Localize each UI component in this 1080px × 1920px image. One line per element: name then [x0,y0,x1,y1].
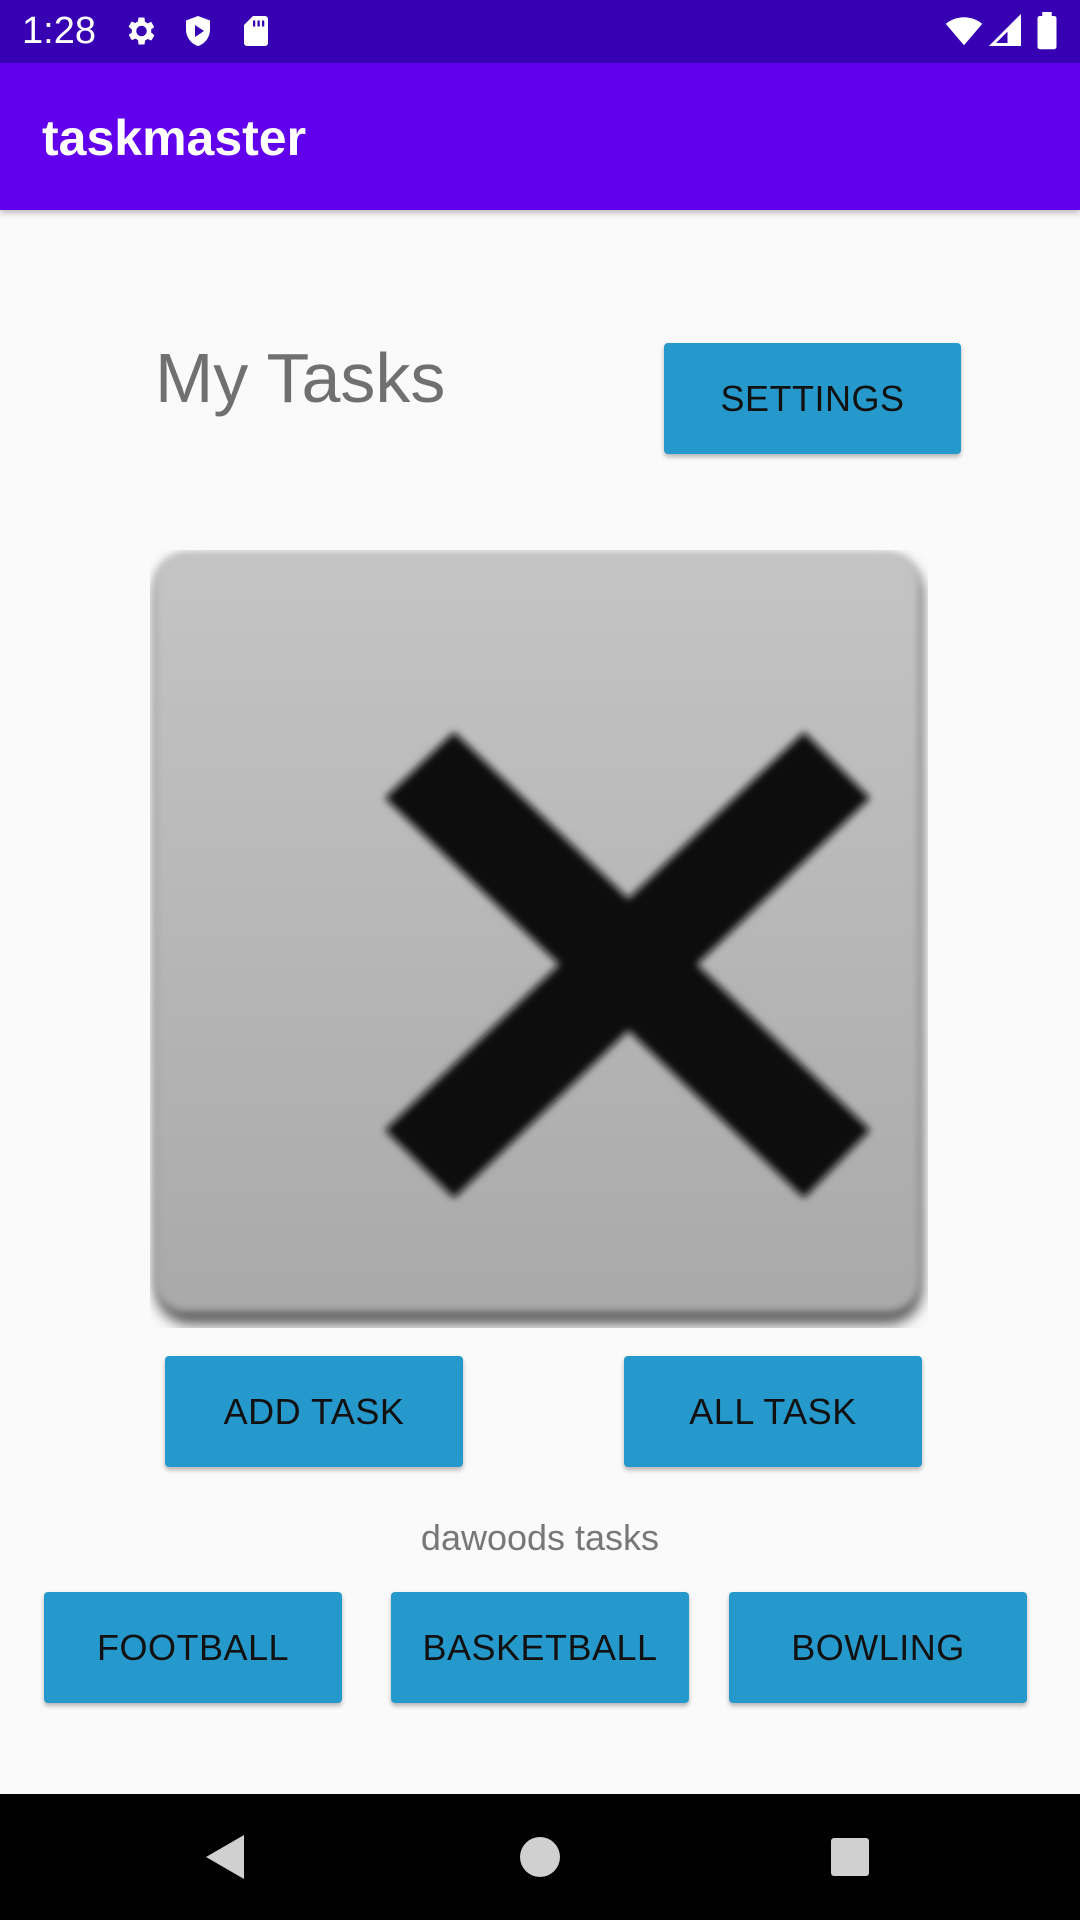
gear-icon [122,12,158,50]
back-icon[interactable] [196,1827,256,1887]
task-image [150,550,928,1328]
broken-image-x-icon [154,552,922,1324]
basketball-task-button[interactable]: BASKETBALL [391,1592,689,1703]
app-screen: 1:28 taskmaster My Tasks SETTINGS ADD TA… [0,0,1080,1920]
football-task-button[interactable]: FOOTBALL [44,1592,342,1703]
home-icon[interactable] [510,1827,570,1887]
battery-icon [1034,12,1060,50]
user-tasks-caption: dawoods tasks [420,1517,660,1558]
page-title: My Tasks [155,339,446,417]
recents-icon[interactable] [820,1827,880,1887]
system-nav-bar [0,1794,1080,1920]
status-bar: 1:28 [0,0,1080,63]
app-title: taskmaster [42,110,307,166]
wifi-icon [944,12,984,50]
add-task-button[interactable]: ADD TASK [165,1356,463,1467]
sd-card-icon [238,12,274,50]
signal-icon [988,12,1024,50]
shield-play-icon [180,12,216,50]
bowling-task-button[interactable]: BOWLING [729,1592,1027,1703]
settings-button[interactable]: SETTINGS [664,343,961,454]
status-time: 1:28 [22,10,96,52]
all-task-button[interactable]: ALL TASK [624,1356,922,1467]
app-bar: taskmaster [0,63,1080,210]
